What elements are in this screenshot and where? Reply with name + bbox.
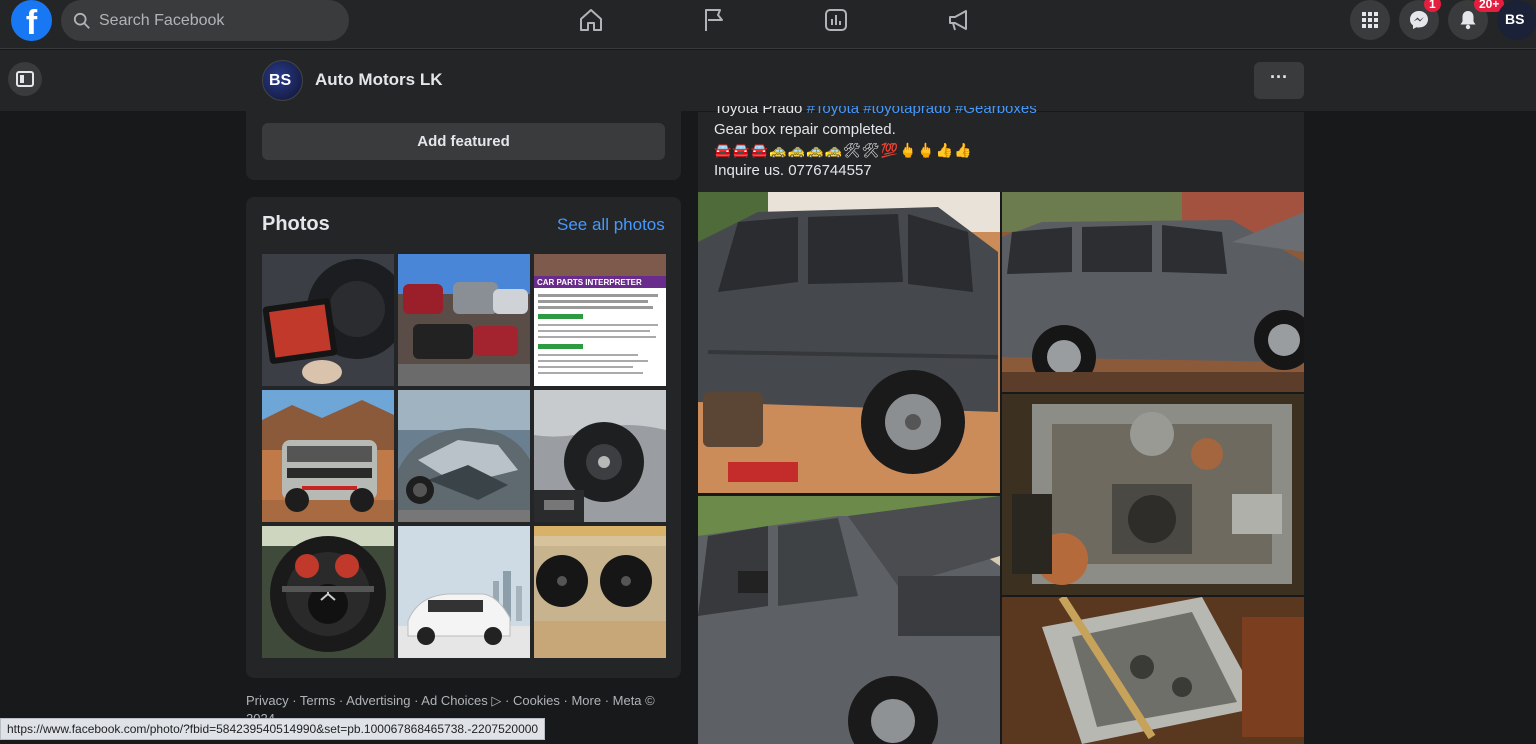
photo-thumbnail[interactable] bbox=[398, 254, 530, 386]
photo-thumbnail[interactable] bbox=[534, 390, 666, 522]
search-box[interactable] bbox=[61, 0, 349, 41]
bell-icon bbox=[1460, 11, 1476, 30]
post-emoji-line: 🚘🚘🚘🚕🚕🚕🚕🛠🛠💯🖕🖕👍👍 bbox=[714, 143, 973, 159]
post-photo[interactable] bbox=[1002, 394, 1304, 595]
grid-icon bbox=[1362, 12, 1378, 28]
top-navigation-bar: f 1 20+ BS bbox=[0, 0, 1536, 49]
pages-flag-icon[interactable] bbox=[700, 6, 728, 34]
account-avatar[interactable]: BS bbox=[1497, 0, 1536, 40]
add-featured-button[interactable]: Add featured bbox=[262, 123, 665, 160]
photo-thumbnail[interactable] bbox=[262, 526, 394, 658]
post-photo[interactable] bbox=[1002, 192, 1304, 392]
photo-thumbnail[interactable] bbox=[262, 390, 394, 522]
more-options-button[interactable]: ··· bbox=[1254, 62, 1304, 99]
ads-megaphone-icon[interactable] bbox=[945, 6, 973, 34]
search-input[interactable] bbox=[99, 11, 329, 30]
menu-grid-button[interactable] bbox=[1350, 0, 1390, 40]
photo-thumbnail[interactable] bbox=[262, 254, 394, 386]
page-header: BS Auto Motors LK ··· bbox=[0, 50, 1536, 111]
post-photo[interactable] bbox=[698, 192, 1000, 493]
post-photo[interactable] bbox=[698, 496, 1000, 744]
post-text-line-2: Gear box repair completed. bbox=[714, 121, 896, 138]
photo-thumbnail[interactable] bbox=[534, 526, 666, 658]
search-icon bbox=[73, 12, 90, 29]
page-name[interactable]: Auto Motors LK bbox=[315, 70, 442, 90]
svg-text:CAR PARTS INTERPRETER: CAR PARTS INTERPRETER bbox=[537, 278, 642, 287]
post-text-line-4: Inquire us. 0776744557 bbox=[714, 162, 872, 179]
post-photo[interactable] bbox=[1002, 597, 1304, 744]
sidebar-panel-icon bbox=[16, 71, 34, 87]
sidebar-toggle-button[interactable] bbox=[8, 62, 42, 96]
notifications-button[interactable]: 20+ bbox=[1448, 0, 1505, 40]
page-avatar[interactable]: BS bbox=[262, 60, 303, 101]
messenger-badge: 1 bbox=[1424, 0, 1441, 12]
home-icon[interactable] bbox=[577, 6, 605, 34]
messenger-icon bbox=[1410, 11, 1428, 29]
insights-chart-icon[interactable] bbox=[822, 6, 850, 34]
see-all-photos-link[interactable]: See all photos bbox=[557, 215, 665, 235]
photos-heading: Photos bbox=[262, 213, 330, 235]
facebook-logo[interactable]: f bbox=[11, 0, 52, 41]
status-bar-url: https://www.facebook.com/photo/?fbid=584… bbox=[0, 718, 546, 740]
photo-thumbnail[interactable] bbox=[398, 390, 530, 522]
photo-thumbnail[interactable] bbox=[398, 526, 530, 658]
messenger-button[interactable]: 1 bbox=[1399, 0, 1441, 40]
photo-thumbnail[interactable]: CAR PARTS INTERPRETER bbox=[534, 254, 666, 386]
